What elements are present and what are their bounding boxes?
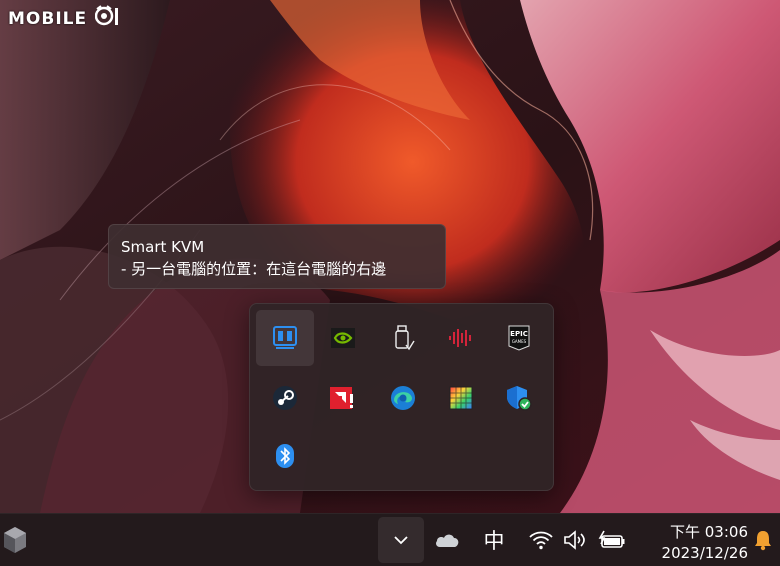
show-hidden-icons-button[interactable] [378, 517, 424, 563]
epic-games-icon: EPIC GAMES [508, 325, 530, 351]
epic-label-bottom: GAMES [512, 339, 527, 344]
hidden-icons-flyout: EPIC GAMES [249, 303, 554, 491]
chevron-down-icon [394, 536, 408, 545]
clock-date: 2023/12/26 [661, 544, 748, 562]
tray-item-smart-kvm[interactable] [256, 310, 314, 366]
volume-button[interactable] [561, 526, 591, 554]
taskbar: 中 下午 03:06 2023/12/26 [0, 513, 780, 566]
tray-item-audio[interactable] [432, 310, 490, 366]
epic-label-top: EPIC [510, 330, 528, 338]
tray-item-usb-drive[interactable] [374, 310, 432, 366]
usb-drive-icon [395, 325, 415, 351]
onedrive-button[interactable] [432, 526, 462, 554]
tray-item-rgb-app[interactable] [432, 370, 490, 426]
audio-wave-icon [449, 329, 471, 347]
tray-item-edge[interactable] [374, 370, 432, 426]
smart-kvm-icon [273, 326, 297, 349]
bell-icon [755, 531, 771, 551]
tray-item-nvidia[interactable] [314, 310, 372, 366]
edge-icon [391, 386, 415, 410]
tray-item-bluetooth[interactable] [256, 428, 314, 484]
steam-icon [273, 386, 297, 410]
taskbar-app-button[interactable] [0, 524, 30, 556]
network-button[interactable] [526, 526, 556, 554]
taskbar-clock[interactable]: 下午 03:06 2023/12/26 [640, 522, 748, 564]
rgb-app-icon [449, 386, 473, 410]
mobile01-watermark-logo: MOBILE [8, 5, 123, 29]
wifi-icon [529, 531, 553, 550]
windows-security-icon [507, 386, 532, 411]
tooltip-title: Smart KVM [121, 238, 205, 256]
tray-item-epic-games[interactable]: EPIC GAMES [490, 310, 548, 366]
cloud-icon [436, 534, 459, 547]
speaker-icon [564, 530, 585, 550]
bluetooth-icon [276, 444, 294, 468]
tray-item-amd[interactable] [314, 370, 372, 426]
nvidia-icon [331, 328, 355, 348]
watermark-text: MOBILE [8, 9, 88, 29]
mobile01-owl-logo-icon [94, 5, 119, 26]
tooltip-subtitle: - 另一台電腦的位置：在這台電腦的右邊 [121, 260, 387, 278]
clock-time: 下午 03:06 [670, 523, 748, 541]
amd-icon [330, 387, 353, 409]
ime-label: 中 [483, 529, 505, 553]
notification-button[interactable] [750, 526, 776, 554]
battery-button[interactable] [596, 526, 628, 554]
tray-item-windows-security[interactable] [490, 370, 548, 426]
cube-app-icon [4, 527, 26, 553]
tray-item-steam[interactable] [256, 370, 314, 426]
battery-charging-icon [598, 530, 625, 548]
smart-kvm-tooltip: Smart KVM - 另一台電腦的位置：在這台電腦的右邊 [108, 224, 446, 289]
input-method-button[interactable]: 中 [478, 524, 510, 556]
